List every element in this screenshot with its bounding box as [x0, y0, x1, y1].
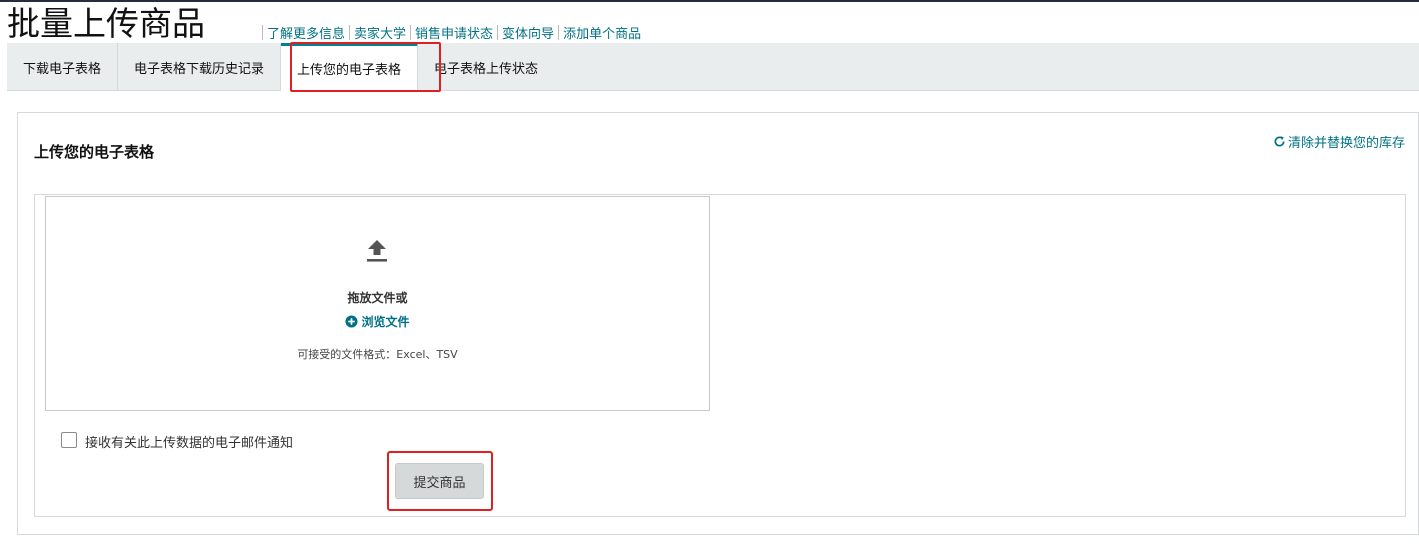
variation-wizard-link[interactable]: 变体向导: [502, 23, 554, 42]
browse-files-label: 浏览文件: [361, 315, 410, 329]
header-links: 了解更多信息 卖家大学 销售申请状态 变体向导 添加单个商品: [258, 23, 641, 42]
reset-inventory-label: 清除并替换您的库存: [1287, 136, 1405, 151]
email-notification-label: 接收有关此上传数据的电子邮件通知: [85, 436, 294, 451]
link-separator: [262, 24, 263, 40]
selling-application-status-link[interactable]: 销售申请状态: [415, 23, 493, 42]
add-single-product-link[interactable]: 添加单个商品: [563, 23, 641, 42]
page-title: 批量上传商品: [7, 4, 205, 43]
tab-upload-spreadsheet[interactable]: 上传您的电子表格: [281, 43, 419, 91]
email-notification-checkbox[interactable]: [61, 432, 77, 448]
tab-upload-status[interactable]: 电子表格上传状态: [418, 43, 554, 91]
browse-files-link[interactable]: 浏览文件: [45, 313, 710, 330]
link-separator: [497, 24, 499, 40]
drag-drop-text: 拖放文件或: [347, 291, 408, 305]
submit-products-button[interactable]: 提交商品: [395, 463, 484, 499]
link-separator: [410, 24, 412, 40]
learn-more-link[interactable]: 了解更多信息: [267, 23, 345, 42]
link-separator: [558, 24, 560, 40]
accepted-formats-text: 可接受的文件格式：Excel、TSV: [297, 348, 458, 361]
refresh-icon: [1274, 136, 1285, 147]
tab-download-history[interactable]: 电子表格下载历史记录: [118, 43, 282, 91]
reset-inventory-link[interactable]: 清除并替换您的库存: [1273, 132, 1405, 151]
seller-university-link[interactable]: 卖家大学: [354, 23, 406, 42]
link-separator: [349, 24, 351, 40]
tab-bar: 下载电子表格 电子表格下载历史记录 上传您的电子表格 电子表格上传状态: [7, 43, 1419, 91]
upload-icon: [367, 240, 387, 262]
top-border: [0, 0, 1419, 2]
plus-circle-icon: [345, 315, 359, 328]
panel-title: 上传您的电子表格: [34, 143, 155, 161]
tab-download-spreadsheet[interactable]: 下载电子表格: [7, 43, 119, 91]
